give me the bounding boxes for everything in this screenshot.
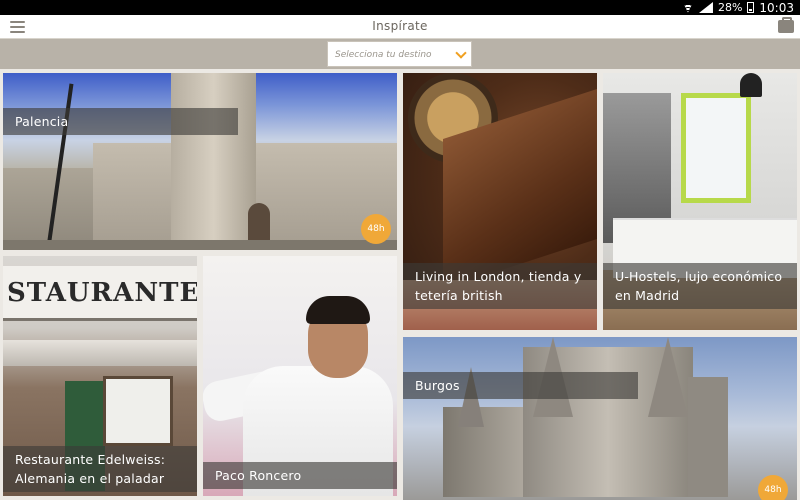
card-uhostels[interactable]: U-Hostels, lujo económico en Madrid: [603, 73, 797, 330]
card-london[interactable]: Living in London, tienda y tetería briti…: [403, 73, 597, 330]
destination-select[interactable]: Selecciona tu destino: [327, 41, 472, 67]
page-title: Inspírate: [372, 19, 428, 33]
battery-percent: 28%: [717, 1, 743, 14]
card-caption: Burgos: [403, 372, 638, 399]
card-caption: Restaurante Edelweiss: Alemania en el pa…: [3, 446, 197, 492]
destination-select-label: Selecciona tu destino: [335, 50, 432, 60]
burgos-image: [403, 337, 797, 500]
card-title-line1: Restaurante Edelweiss:: [15, 452, 166, 467]
battery-icon: [747, 2, 755, 13]
filter-bar: Selecciona tu destino: [0, 39, 800, 69]
card-title-line2: en Madrid: [615, 288, 680, 303]
app-bar: Inspírate: [0, 15, 800, 39]
bag-icon[interactable]: [778, 17, 794, 33]
palencia-image: [3, 73, 397, 250]
wifi-icon: [682, 3, 694, 13]
card-burgos[interactable]: Burgos 48h: [403, 337, 797, 500]
clock: 10:03: [759, 0, 794, 15]
card-title: Palencia: [15, 114, 69, 129]
card-caption: Paco Roncero: [203, 462, 397, 489]
paco-roncero-image: [203, 256, 397, 496]
status-bar: 28% 10:03: [0, 0, 800, 15]
restaurant-sign-text: STAURANTE: [7, 278, 197, 308]
card-title: Paco Roncero: [215, 468, 302, 483]
card-title-line2: tetería british: [415, 288, 503, 303]
card-paco-roncero[interactable]: Paco Roncero: [203, 256, 397, 496]
card-caption: Palencia: [3, 108, 238, 135]
card-title-line1: Living in London, tienda y: [415, 269, 582, 284]
duration-badge: 48h: [758, 475, 788, 500]
chevron-down-icon: [455, 47, 467, 59]
card-caption: U-Hostels, lujo económico en Madrid: [603, 263, 797, 309]
card-caption: Living in London, tienda y tetería briti…: [403, 263, 597, 309]
card-title-line2: Alemania en el paladar: [15, 471, 165, 486]
duration-badge: 48h: [361, 214, 391, 244]
card-title-line1: U-Hostels, lujo económico: [615, 269, 783, 284]
card-palencia[interactable]: Palencia 48h: [3, 73, 397, 250]
signal-icon: [698, 2, 713, 13]
card-title: Burgos: [415, 378, 460, 393]
card-restaurante[interactable]: STAURANTE Restaurante Edelweiss: Alemani…: [3, 256, 197, 496]
